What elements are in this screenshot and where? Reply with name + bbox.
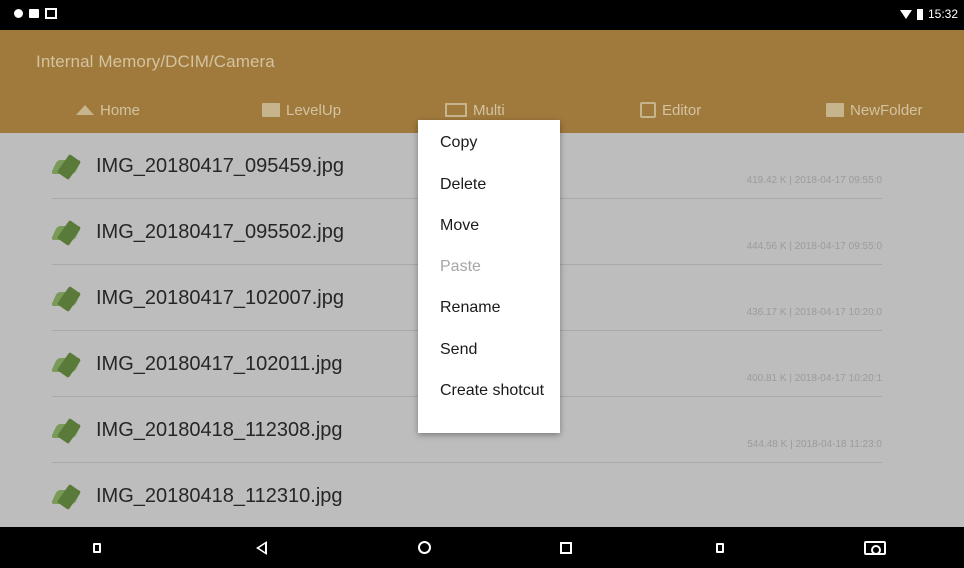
menu-item-move[interactable]: Move xyxy=(440,216,479,236)
menu-item-paste: Paste xyxy=(440,258,481,275)
file-meta: 400.81 K | 2018-04-17 10:20:1 xyxy=(746,373,882,384)
image-file-icon xyxy=(50,285,86,316)
levelup-button[interactable]: LevelUp xyxy=(262,95,341,125)
navigation-bar xyxy=(0,527,964,568)
image-file-icon xyxy=(50,219,86,250)
recents-button[interactable] xyxy=(546,527,586,568)
file-name: IMG_20180417_102011.jpg xyxy=(96,353,343,375)
editor-button[interactable]: Editor xyxy=(640,95,701,125)
file-meta: 444.56 K | 2018-04-17 09:55:0 xyxy=(746,241,882,252)
image-file-icon xyxy=(50,417,86,448)
image-file-icon xyxy=(50,153,86,184)
back-icon xyxy=(255,540,267,555)
menu-item-rename[interactable]: Rename xyxy=(440,298,500,318)
folder-up-icon xyxy=(262,103,280,117)
menu-item-delete[interactable]: Delete xyxy=(440,175,486,195)
battery-icon xyxy=(916,8,923,20)
status-right: 15:32 xyxy=(899,7,958,21)
menu-item-send[interactable]: Send xyxy=(440,340,477,360)
file-meta: 436.17 K | 2018-04-17 10:20:0 xyxy=(746,307,882,318)
volume-up-icon xyxy=(716,542,724,553)
recents-icon xyxy=(560,541,572,554)
file-name: IMG_20180418_112308.jpg xyxy=(96,419,343,441)
volume-down-button[interactable] xyxy=(77,527,117,568)
status-bar: 15:32 xyxy=(0,0,964,30)
menu-item-copy[interactable]: Copy xyxy=(440,133,477,153)
file-meta: 419.42 K | 2018-04-17 09:55:0 xyxy=(746,175,882,186)
home-circle-icon xyxy=(417,541,431,554)
image-file-icon xyxy=(50,351,86,382)
wifi-icon xyxy=(899,9,912,19)
levelup-label: LevelUp xyxy=(286,101,342,119)
file-name: IMG_20180418_112310.jpg xyxy=(96,485,343,507)
menu-item-create-shortcut[interactable]: Create shotcut xyxy=(440,381,550,401)
multi-label: Multi xyxy=(473,101,505,119)
file-name: IMG_20180417_102007.jpg xyxy=(96,287,344,309)
volume-down-icon xyxy=(93,542,101,553)
multi-select-icon xyxy=(445,103,467,117)
image-notification-icon xyxy=(45,8,57,19)
current-path: Internal Memory/DCIM/Camera xyxy=(36,52,275,71)
home-icon xyxy=(76,105,94,115)
circle-notification-icon xyxy=(14,9,23,18)
app-header: Internal Memory/DCIM/Camera Home LevelUp… xyxy=(0,30,964,133)
status-time: 15:32 xyxy=(927,7,958,21)
home-label: Home xyxy=(100,101,141,119)
home-button[interactable]: Home xyxy=(76,95,140,125)
image-file-icon xyxy=(50,483,86,514)
file-name: IMG_20180417_095502.jpg xyxy=(96,221,344,243)
screenshot-button[interactable] xyxy=(855,527,895,568)
square-notification-icon xyxy=(29,9,39,18)
home-nav-button[interactable] xyxy=(404,527,444,568)
context-menu: Copy Delete Move Paste Rename Send Creat… xyxy=(418,120,560,433)
file-name: IMG_20180417_095459.jpg xyxy=(96,155,344,177)
edit-icon xyxy=(640,102,656,118)
newfolder-button[interactable]: NewFolder xyxy=(826,95,923,125)
newfolder-label: NewFolder xyxy=(850,101,923,119)
file-meta: 544.48 K | 2018-04-18 11:23:0 xyxy=(747,439,882,450)
status-notifications xyxy=(14,8,57,19)
file-row[interactable]: IMG_20180418_112310.jpg xyxy=(0,463,964,529)
editor-label: Editor xyxy=(662,101,702,119)
volume-up-button[interactable] xyxy=(700,527,740,568)
new-folder-icon xyxy=(826,103,844,117)
back-button[interactable] xyxy=(241,527,281,568)
screenshot-icon xyxy=(864,540,886,555)
